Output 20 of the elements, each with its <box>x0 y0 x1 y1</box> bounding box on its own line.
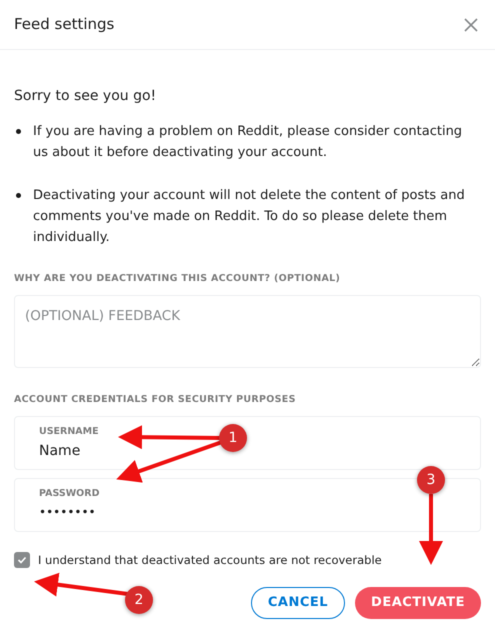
callout-badge: 3 <box>417 466 445 494</box>
close-icon <box>463 16 479 32</box>
field-label: USERNAME <box>39 424 99 438</box>
heading: Sorry to see you go! <box>14 87 158 106</box>
bullet-text: Deactivating your account will not delete the content of posts and comments you've made on Reddit. To do so please delete them individually. <box>33 187 466 247</box>
checkbox[interactable] <box>14 552 30 568</box>
feedback-field[interactable]: (OPTIONAL) FEEDBACK <box>14 295 481 368</box>
section-label: WHY ARE YOU DEACTIVATING THIS ACCOUNT? (OPTIONAL) <box>14 272 342 286</box>
field-value: Name <box>39 442 80 461</box>
field-label: PASSWORD <box>39 486 100 500</box>
dialog-title: Feed settings <box>14 14 114 36</box>
check-icon <box>17 555 27 566</box>
cancel-button[interactable]: CANCEL <box>250 586 346 619</box>
checkbox-label: I understand that deactivated accounts are not recoverable <box>38 552 382 568</box>
callout-badge: 1 <box>219 424 247 452</box>
callout-badge: 2 <box>125 586 153 614</box>
bullet-text: If you are having a problem on Reddit, please consider contacting us about it before deactivating your account. <box>33 123 464 162</box>
section-label: ACCOUNT CREDENTIALS FOR SECURITY PURPOSES <box>14 393 297 408</box>
annotation-arrow <box>419 494 443 565</box>
field-value: •••••••• <box>39 504 96 521</box>
